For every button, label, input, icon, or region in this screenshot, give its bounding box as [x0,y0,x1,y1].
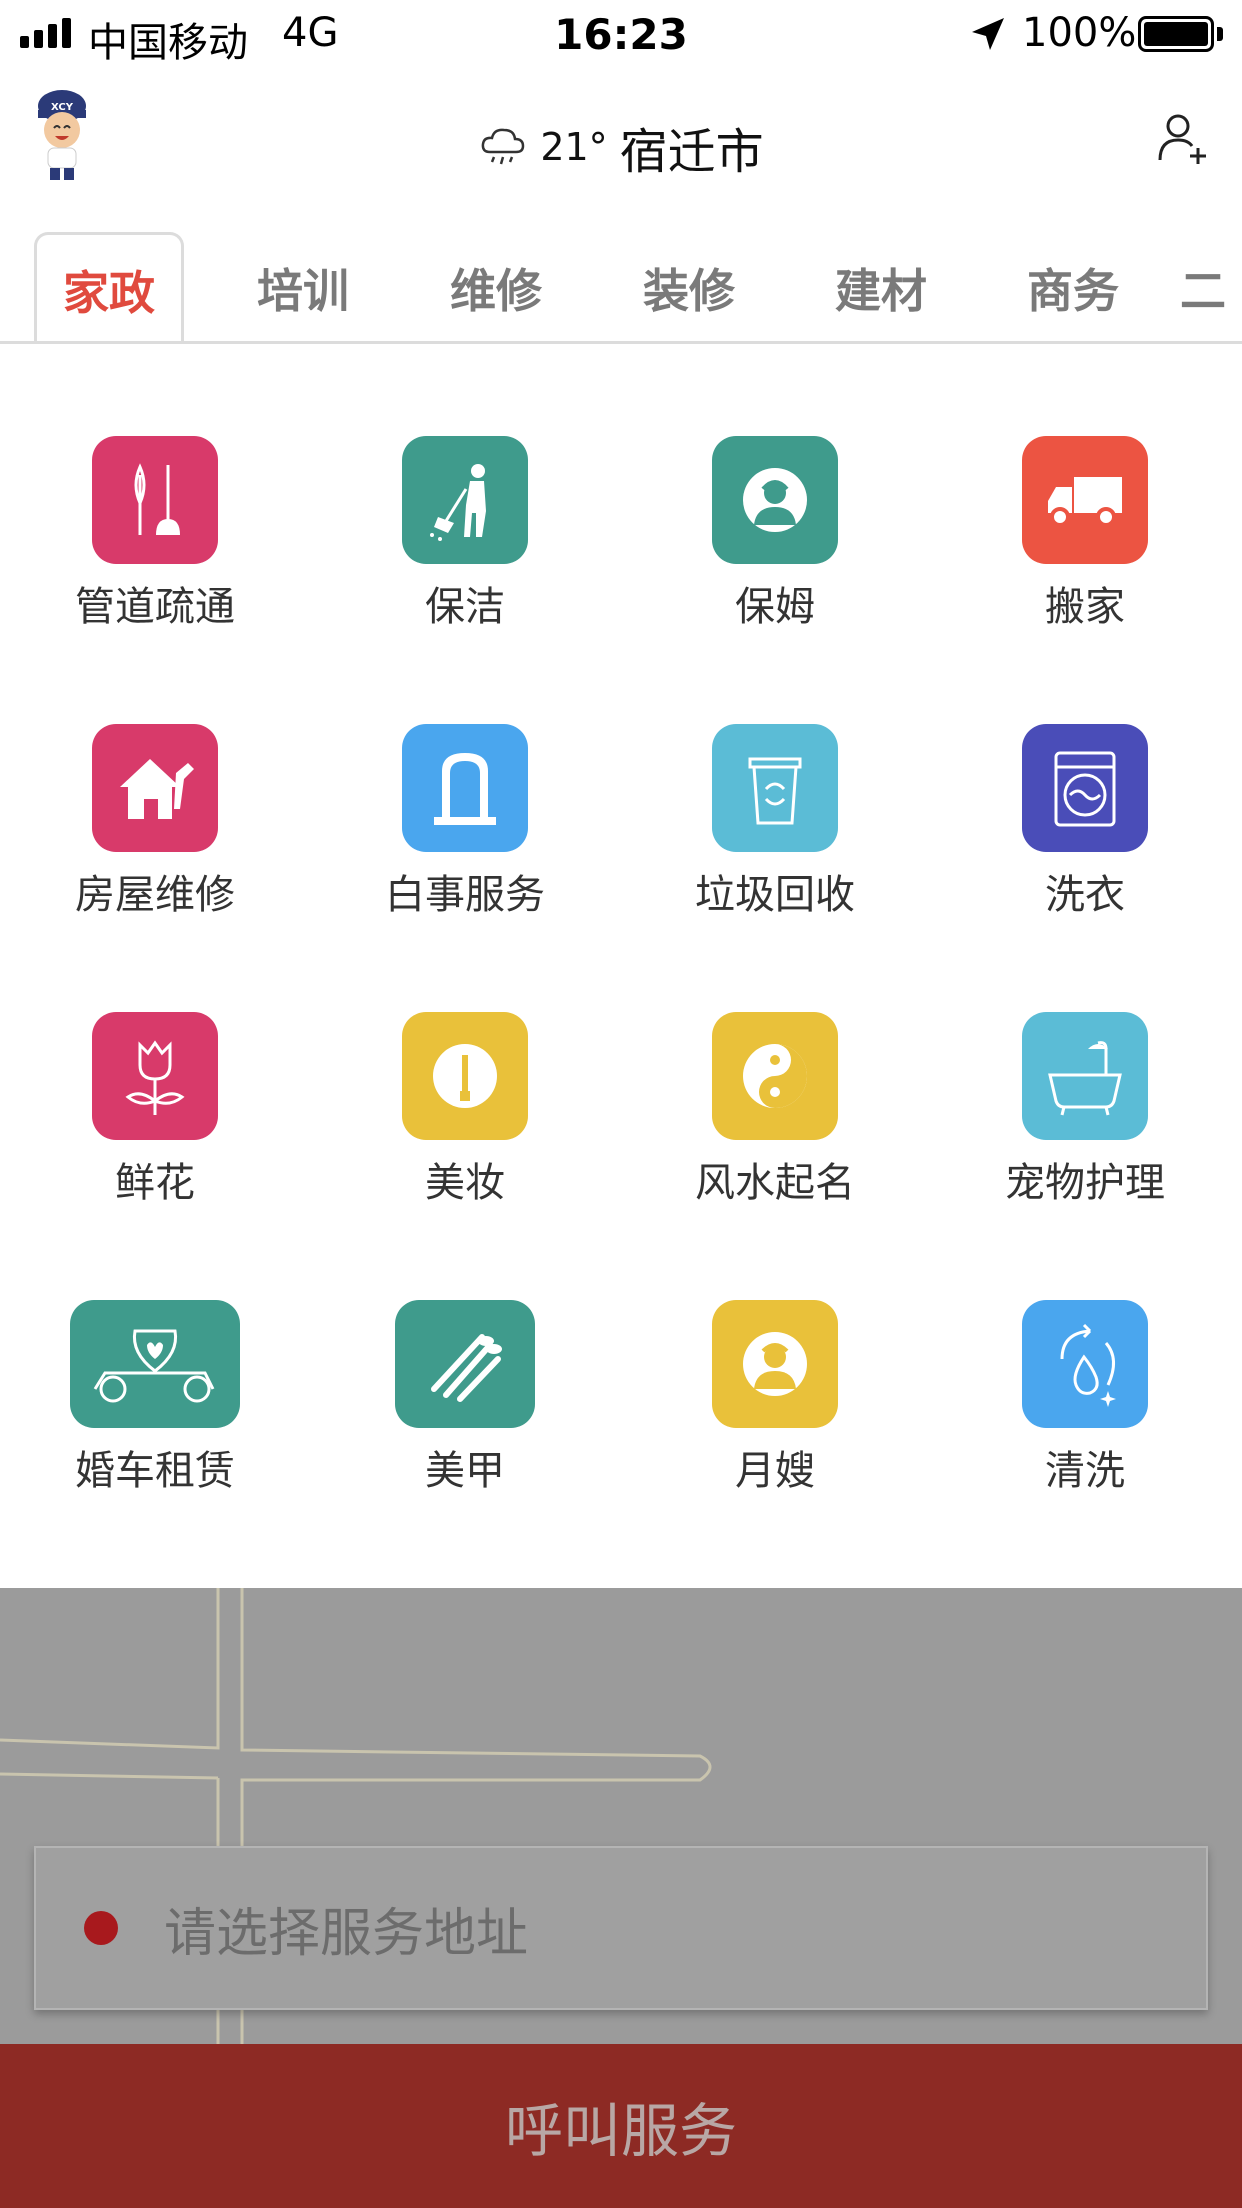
makeup-icon [402,1012,528,1140]
service-label: 美妆 [425,1160,505,1206]
wedding-car-icon [70,1300,240,1428]
recycle-bin-icon [712,724,838,852]
service-label: 风水起名 [695,1160,855,1206]
service-label: 白事服务 [385,872,545,918]
wash-drop-icon [1022,1300,1148,1428]
service-nanny[interactable]: 保姆 [620,436,930,636]
funeral-icon [402,724,528,852]
service-flowers[interactable]: 鲜花 [0,1012,310,1212]
location-pin-icon [84,1911,118,1945]
call-service-button[interactable]: 呼叫服务 [0,2044,1242,2208]
service-washing[interactable]: 清洗 [930,1300,1240,1500]
service-label: 保洁 [425,584,505,630]
manicure-icon [395,1300,535,1428]
washing-machine-icon [1022,724,1148,852]
service-manicure[interactable]: 美甲 [310,1300,620,1500]
address-placeholder: 请选择服务地址 [164,1903,529,1964]
rain-cloud-icon [481,128,525,165]
service-label: 婚车租赁 [75,1448,235,1494]
service-house-repair[interactable]: 房屋维修 [0,724,310,924]
service-cleaning[interactable]: 保洁 [310,436,620,636]
service-funeral[interactable]: 白事服务 [310,724,620,924]
service-pipe-dredge[interactable]: 管道疏通 [0,436,310,636]
battery-icon [1138,16,1214,52]
service-maternity-nurse[interactable]: 月嫂 [620,1300,930,1500]
house-repair-icon [92,724,218,852]
service-label: 宠物护理 [1005,1160,1165,1206]
service-label: 保姆 [735,584,815,630]
service-label: 垃圾回收 [695,872,855,918]
service-fengshui[interactable]: 风水起名 [620,1012,930,1212]
yin-yang-icon [712,1012,838,1140]
service-label: 清洗 [1045,1448,1125,1494]
category-tabs: 家政 培训 维修 装修 建材 商务 二 [0,232,1242,344]
address-selector[interactable]: 请选择服务地址 [34,1846,1208,2010]
temperature: 21° [540,125,608,169]
service-pet-care[interactable]: 宠物护理 [930,1012,1240,1212]
tab-repair[interactable]: 维修 [421,232,571,341]
service-wedding-car[interactable]: 婚车租赁 [0,1300,310,1500]
pet-bath-icon [1022,1012,1148,1140]
service-label: 美甲 [425,1448,505,1494]
location-arrow-icon [972,18,1004,50]
city-name[interactable]: 宿迁市 [620,112,764,182]
service-label: 搬家 [1045,584,1125,630]
service-label: 洗衣 [1045,872,1125,918]
nanny-icon [712,436,838,564]
moving-truck-icon [1022,436,1148,564]
tab-building-materials[interactable]: 建材 [806,232,956,341]
tab-training[interactable]: 培训 [228,232,378,341]
service-laundry[interactable]: 洗衣 [930,724,1240,924]
pipe-dredge-icon [92,436,218,564]
tab-business[interactable]: 商务 [998,232,1148,341]
maternity-nurse-icon [712,1300,838,1428]
status-bar: 中国移动 4G 16:23 100% [0,0,1242,66]
weather-widget[interactable]: 21° 宿迁市 [0,112,1242,182]
service-makeup[interactable]: 美妆 [310,1012,620,1212]
service-label: 管道疏通 [75,584,235,630]
tab-more-partial[interactable]: 二 [1180,232,1242,341]
service-label: 鲜花 [115,1160,195,1206]
service-grid: 管道疏通 保洁 保姆 搬家 房屋维修 白事服务 垃圾回收 洗衣 鲜花 美妆 风水… [0,344,1242,1588]
tab-housekeeping[interactable]: 家政 [34,232,184,341]
add-user-icon[interactable] [1154,110,1210,166]
header: XCY 21° 宿迁市 [0,70,1242,210]
battery-percent: 100% [1022,10,1137,56]
service-recycle[interactable]: 垃圾回收 [620,724,930,924]
rose-icon [92,1012,218,1140]
service-moving[interactable]: 搬家 [930,436,1240,636]
service-label: 月嫂 [735,1448,815,1494]
battery-tip [1217,27,1223,41]
cleaning-icon [402,436,528,564]
tab-decoration[interactable]: 装修 [614,232,764,341]
service-label: 房屋维修 [75,872,235,918]
